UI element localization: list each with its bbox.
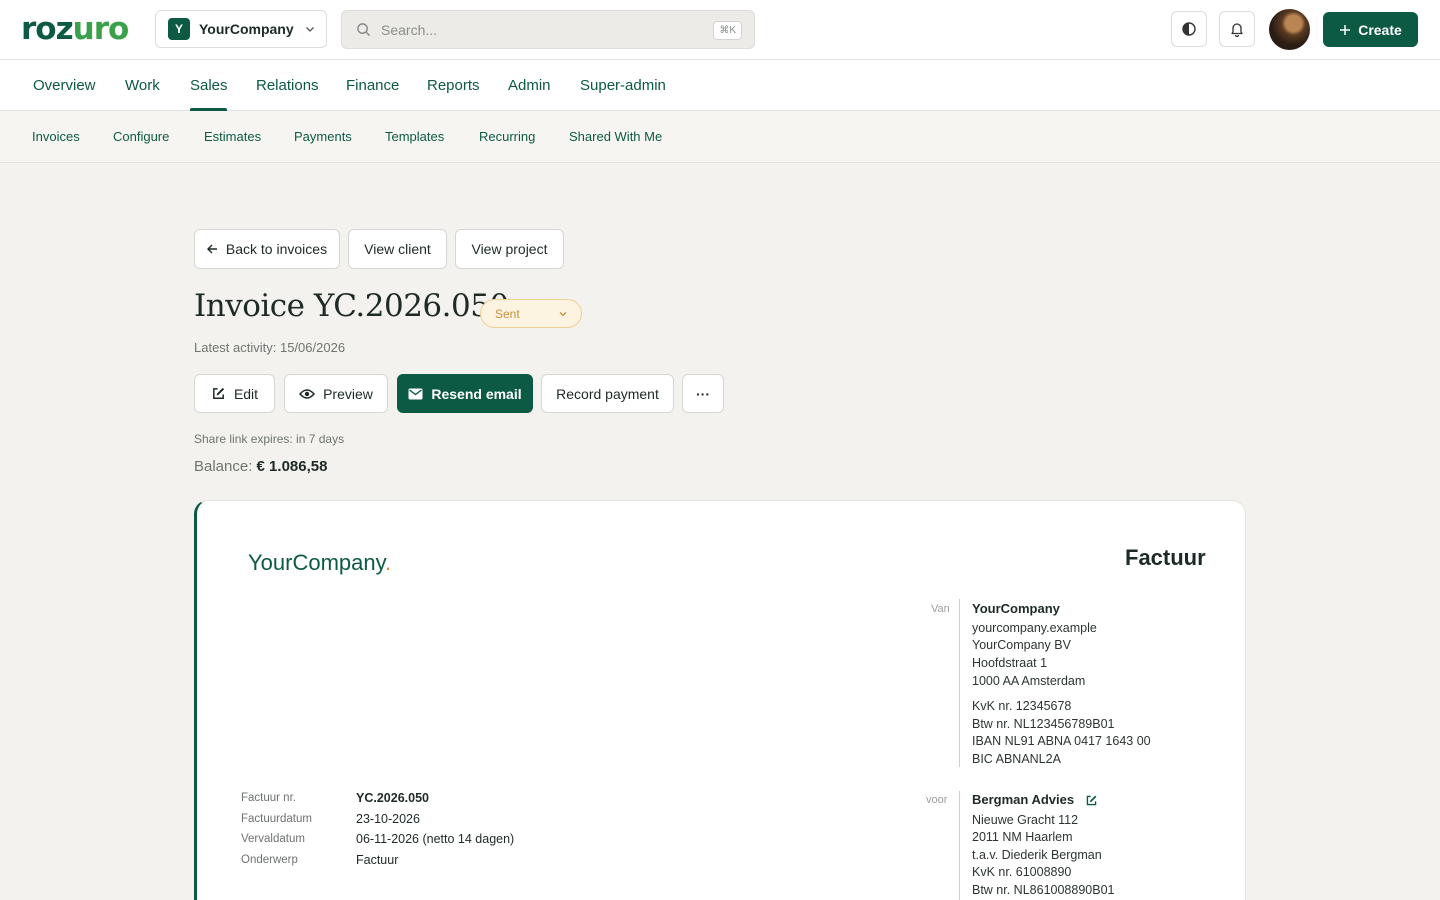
edit-label: Edit (233, 385, 259, 402)
nav-sales[interactable]: Sales (190, 60, 228, 111)
document-title: Factuur (1125, 545, 1206, 570)
nav-work[interactable]: Work (125, 60, 160, 111)
meta-label: Onderwerp (241, 854, 298, 866)
more-actions-button[interactable]: ··· (682, 374, 724, 413)
from-label: Van (931, 603, 950, 615)
edit-client-icon[interactable] (1085, 794, 1098, 807)
from-legal-line: Btw nr. NL123456789B01 (972, 717, 1115, 731)
subnav-estimates[interactable]: Estimates (204, 111, 261, 162)
status-label: Sent (495, 306, 520, 321)
logo-text-part2: uro (72, 11, 130, 47)
invoice-document: YourCompany. Factuur Van YourCompany you… (194, 500, 1246, 900)
theme-toggle-icon (1182, 22, 1196, 36)
invoice-title: Invoice YC.2026.050 (194, 288, 509, 324)
company-badge: Y (168, 18, 190, 40)
logo-text-part1: roz (21, 11, 74, 47)
balance-value: € 1.086,58 (256, 458, 328, 475)
to-label: voor (926, 794, 948, 806)
client-line: KvK nr. 61008890 (972, 865, 1072, 879)
company-switcher[interactable]: Y YourCompany (155, 10, 327, 48)
view-client-button[interactable]: View client (348, 229, 447, 269)
create-label: Create (1358, 21, 1402, 38)
client-line: t.a.v. Diederik Bergman (972, 848, 1102, 862)
nav-finance[interactable]: Finance (346, 60, 399, 111)
search-shortcut-hint: ⌘K (713, 21, 742, 40)
from-legal-line: IBAN NL91 ABNA 0417 1643 00 (972, 734, 1151, 748)
preview-label: Preview (323, 385, 373, 402)
from-line: YourCompany BV (972, 638, 1071, 652)
nav-super-admin[interactable]: Super-admin (580, 60, 666, 111)
eye-icon (299, 388, 316, 399)
envelope-icon (408, 388, 423, 399)
meta-label: Vervaldatum (241, 833, 305, 845)
resend-label: Resend email (431, 385, 522, 402)
preview-button[interactable]: Preview (284, 374, 388, 413)
search-bar[interactable]: Search... ⌘K (341, 10, 755, 49)
balance-label: Balance: (194, 458, 253, 475)
meta-label: Factuur nr. (241, 792, 296, 804)
subnav-configure[interactable]: Configure (113, 111, 169, 162)
subnav-templates[interactable]: Templates (385, 111, 444, 162)
meta-value: Factuur (356, 853, 399, 867)
company-name: YourCompany (199, 21, 294, 37)
nav-admin[interactable]: Admin (508, 60, 551, 111)
search-placeholder: Search... (381, 21, 438, 38)
back-to-invoices-button[interactable]: Back to invoices (194, 229, 340, 269)
subnav-recurring[interactable]: Recurring (479, 111, 535, 162)
client-name: Bergman Advies (972, 792, 1075, 807)
client-line: 2011 NM Haarlem (972, 830, 1073, 844)
bell-icon (1231, 23, 1243, 37)
latest-activity: Latest activity: 15/06/2026 (194, 340, 346, 355)
sub-nav: Invoices Configure Estimates Payments Te… (0, 111, 1440, 163)
meta-value: 23-10-2026 (356, 812, 420, 826)
from-name: YourCompany (972, 601, 1060, 616)
subnav-payments[interactable]: Payments (294, 111, 352, 162)
share-link-expiry: Share link expires: in 7 days (194, 432, 345, 446)
arrow-left-icon (206, 244, 217, 254)
balance: Balance: € 1.086,58 (194, 458, 327, 475)
search-icon (357, 23, 371, 37)
from-line: yourcompany.example (972, 621, 1097, 635)
status-dropdown[interactable]: Sent (480, 299, 582, 328)
document-brand-name: YourCompany (248, 550, 385, 575)
meta-value: 06-11-2026 (netto 14 dagen) (356, 832, 515, 846)
nav-overview[interactable]: Overview (33, 60, 96, 111)
meta-label: Factuurdatum (241, 813, 312, 825)
to-divider (959, 791, 960, 900)
view-project-button[interactable]: View project (455, 229, 564, 269)
main-nav: Overview Work Sales Relations Finance Re… (0, 60, 1440, 111)
back-label: Back to invoices (225, 241, 328, 257)
nav-reports[interactable]: Reports (427, 60, 480, 111)
from-legal-line: BIC ABNANL2A (972, 752, 1061, 766)
resend-email-button[interactable]: Resend email (397, 374, 533, 413)
chevron-down-icon (559, 312, 567, 317)
chevron-down-icon (305, 27, 314, 32)
plus-icon (1340, 24, 1351, 35)
record-payment-button[interactable]: Record payment (541, 374, 674, 413)
theme-toggle-button[interactable] (1171, 11, 1207, 47)
from-line: 1000 AA Amsterdam (972, 674, 1086, 688)
client-line: Nieuwe Gracht 112 (972, 813, 1079, 827)
app-logo[interactable]: rozuro (21, 11, 130, 47)
document-brand: YourCompany. (248, 550, 391, 576)
client-line: Btw nr. NL861008890B01 (972, 883, 1115, 897)
meta-value: YC.2026.050 (356, 791, 429, 805)
create-button[interactable]: Create (1323, 12, 1418, 47)
subnav-shared-with-me[interactable]: Shared With Me (569, 111, 662, 162)
edit-icon (213, 387, 225, 399)
notifications-button[interactable] (1219, 11, 1255, 47)
from-divider (959, 599, 960, 767)
nav-relations[interactable]: Relations (256, 60, 319, 111)
from-line: Hoofdstraat 1 (972, 656, 1048, 670)
user-avatar[interactable] (1269, 9, 1310, 50)
document-brand-dot: . (384, 550, 392, 575)
top-bar: rozuro Y YourCompany Search... ⌘K Create (0, 0, 1440, 60)
from-legal-line: KvK nr. 12345678 (972, 699, 1072, 713)
subnav-invoices[interactable]: Invoices (32, 111, 80, 162)
edit-button[interactable]: Edit (194, 374, 275, 413)
